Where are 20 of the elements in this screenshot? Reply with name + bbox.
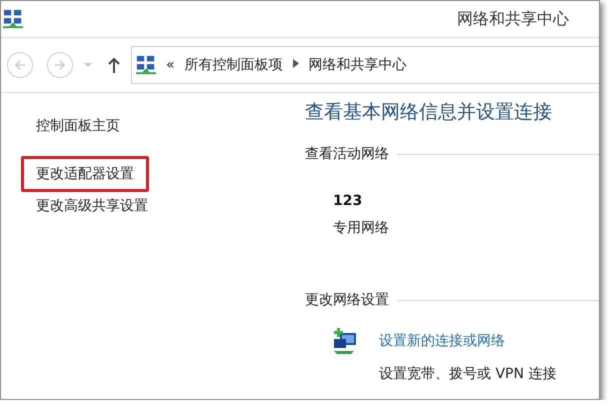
breadcrumb-item[interactable]: 所有控制面板项	[184, 56, 283, 74]
section-title: 更改网络设置	[305, 291, 389, 309]
network-name: 123	[333, 193, 364, 209]
forward-arrow-icon	[53, 58, 67, 72]
chevron-right-icon[interactable]	[292, 59, 299, 71]
breadcrumb-item[interactable]: 网络和共享中心	[308, 56, 407, 74]
breadcrumb-overflow[interactable]: «	[166, 57, 175, 73]
sidebar-link[interactable]: 控制面板主页	[21, 108, 135, 144]
back-arrow-icon	[13, 58, 27, 72]
new-connection-icon	[331, 327, 359, 355]
task-description: 设置宽带、拨号或 VPN 连接	[379, 365, 558, 383]
task-link[interactable]: 设置新的连接或网络	[379, 332, 599, 350]
network-icon	[3, 9, 23, 29]
sidebar-link[interactable]: 更改适配器设置	[21, 156, 149, 192]
window-title: 网络和共享中心	[457, 8, 569, 30]
network-category: 专用网络	[333, 219, 390, 237]
page-heading: 查看基本网络信息并设置连接	[305, 100, 553, 125]
address-bar[interactable]: « 所有控制面板项 网络和共享中心	[131, 46, 599, 84]
network-icon	[136, 55, 156, 75]
section-title: 查看活动网络	[305, 145, 389, 163]
